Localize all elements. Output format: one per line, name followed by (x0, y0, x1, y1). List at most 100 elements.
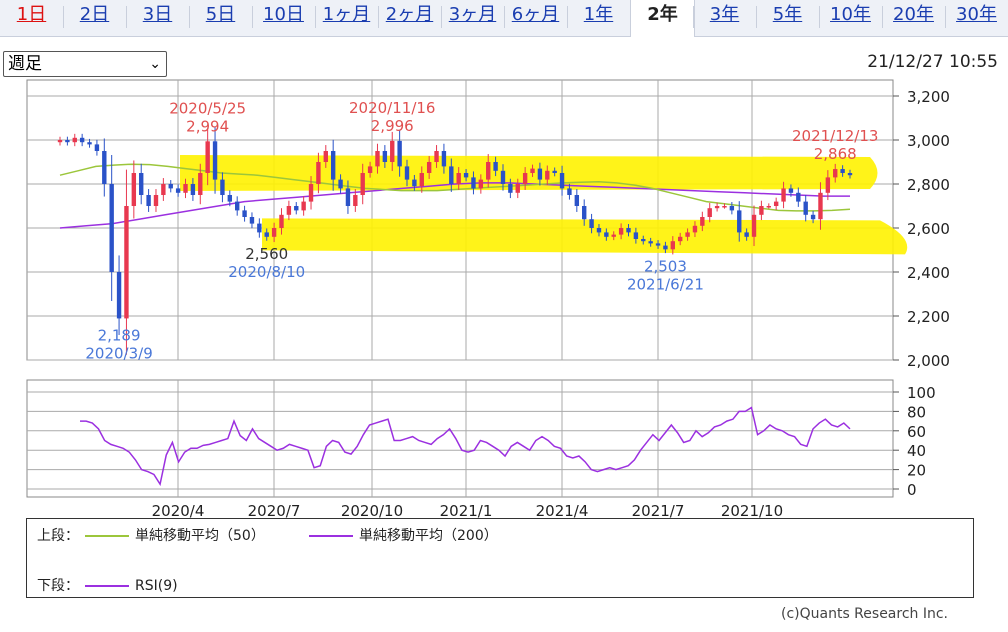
legend-rsi-label: RSI(9) (135, 578, 178, 594)
candle-body (183, 184, 188, 193)
candle-body (190, 184, 196, 195)
candle-body (604, 232, 609, 237)
candle-body (449, 166, 454, 184)
rsi-y-tick-label: 80 (907, 403, 926, 421)
candle-body (641, 239, 646, 242)
candle-body (390, 140, 395, 162)
candle-body (773, 201, 779, 206)
candle-body (618, 228, 624, 235)
candle-body (552, 170, 557, 173)
candle-body (198, 173, 203, 195)
candle-body (486, 162, 491, 180)
candle-body (65, 140, 70, 143)
candle-body (463, 173, 469, 178)
candle-body (419, 173, 424, 187)
legend-upper-label: 上段： (37, 528, 79, 544)
candle-body (522, 173, 528, 184)
candle-body (685, 232, 690, 237)
candle-body (404, 166, 410, 180)
candle-body (707, 208, 712, 217)
candle-body (441, 151, 447, 167)
candle-body (316, 162, 321, 184)
legend-sma200-label: 単純移動平均（200） (359, 528, 498, 544)
main-y-tick-label: 2,000 (907, 352, 950, 370)
candle-body (131, 173, 137, 206)
candle-body (87, 142, 92, 145)
candle-body (412, 179, 417, 187)
legend-rsi-line (85, 585, 129, 587)
candle-body (537, 168, 543, 180)
candle-body (434, 151, 439, 162)
candle-body (847, 173, 853, 176)
legend-lower: 下段： RSI(9) (37, 575, 178, 595)
candle-body (227, 195, 233, 202)
annotation-value: 2,994 (186, 117, 229, 135)
candle-body (286, 206, 292, 215)
candle-body (833, 169, 838, 178)
candle-body (559, 173, 565, 189)
candle-body (530, 168, 535, 173)
candle-body (663, 245, 668, 250)
legend-sma200-line (309, 535, 353, 537)
candle-body (367, 166, 373, 173)
main-y-tick-label: 3,000 (907, 132, 950, 150)
candle-body (279, 214, 284, 228)
candle-body (626, 228, 631, 233)
candle-body (692, 225, 698, 233)
candle-body (493, 162, 498, 171)
candle-body (353, 195, 358, 206)
candle-body (382, 151, 388, 162)
candle-body (840, 169, 845, 173)
candle-body (825, 177, 831, 193)
candle-body (545, 170, 550, 180)
candle-body (737, 210, 742, 233)
annotation-date: 2020/5/25 (169, 99, 246, 117)
candle-body (670, 241, 675, 250)
candle-body (582, 206, 587, 220)
candle-body (803, 201, 808, 215)
candle-body (345, 188, 351, 206)
candle-body (426, 162, 432, 173)
annotation-value: 2,560 (245, 245, 288, 263)
candle-body (294, 206, 299, 211)
main-y-tick-label: 3,200 (907, 88, 950, 106)
candle-body (102, 151, 107, 184)
candle-body (212, 141, 218, 180)
candle-body (338, 179, 343, 189)
annotation-date: 2021/12/13 (792, 127, 878, 145)
candle-body (714, 206, 720, 209)
candle-body (478, 179, 484, 189)
candle-body (72, 137, 77, 143)
copyright-credit: (c)Quants Research Inc. (780, 606, 948, 622)
candle-body (257, 223, 262, 233)
candle-body (751, 214, 757, 237)
candle-body (242, 210, 247, 217)
candle-body (139, 173, 144, 195)
candle-body (818, 192, 823, 220)
candle-body (810, 214, 816, 220)
rsi-y-tick-label: 20 (907, 462, 926, 480)
rsi-y-tick-label: 40 (907, 442, 926, 460)
candle-body (94, 144, 100, 151)
candle-body (648, 241, 653, 244)
legend-upper: 上段： 単純移動平均（50） (37, 525, 265, 545)
candle-body (456, 173, 461, 184)
annotation-value: 2,996 (371, 117, 414, 135)
candle-body (153, 195, 159, 206)
candle-body (722, 206, 727, 208)
candle-body (633, 232, 639, 239)
candle-body (57, 140, 63, 143)
candle-body (759, 206, 764, 215)
candle-body (161, 184, 166, 195)
rsi-y-tick-label: 0 (907, 481, 917, 499)
candle-body (205, 141, 210, 173)
candle-body (360, 173, 365, 195)
rsi-y-tick-label: 100 (907, 384, 936, 402)
legend-sma50-line (85, 535, 129, 537)
candle-body (611, 234, 616, 237)
candle-body (766, 206, 771, 208)
main-y-tick-label: 2,600 (907, 220, 950, 238)
candle-body (796, 192, 801, 202)
candle-body (271, 228, 277, 237)
annotation-value: 2,868 (814, 145, 857, 163)
